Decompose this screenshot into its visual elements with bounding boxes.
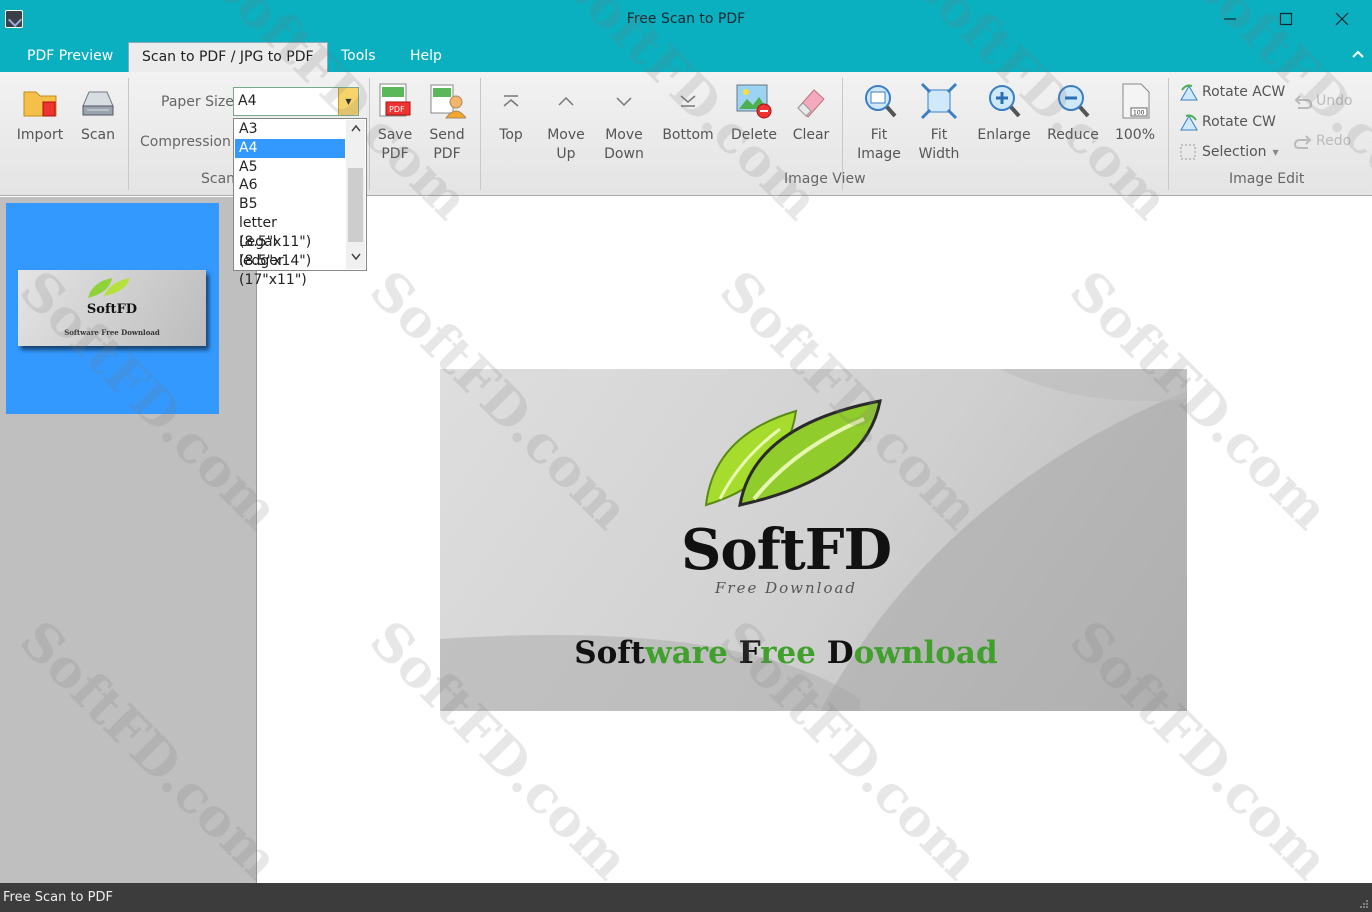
leaf-logo-icon: [88, 278, 130, 298]
undo-icon: [1294, 95, 1313, 109]
paper-size-label: Paper Size: [161, 94, 234, 110]
leaf-logo-icon: [704, 399, 882, 507]
group-label-scan: Scan: [201, 171, 236, 187]
svg-text:100: 100: [1133, 110, 1145, 117]
dropdown-option[interactable]: B5: [235, 195, 345, 214]
fit-image-icon: [860, 82, 898, 120]
import-button[interactable]: Import: [14, 82, 66, 145]
scroll-down-icon[interactable]: [346, 249, 365, 269]
send-pdf-icon: [428, 82, 466, 120]
dropdown-option[interactable]: Legal (8.5"x14"): [235, 233, 345, 269]
image-preview-area: SoftFD Free Download Software Free Downl…: [258, 197, 1372, 883]
thumbnail-logo: SoftFD: [86, 302, 138, 317]
delete-button[interactable]: Delete: [730, 82, 778, 145]
window-title: Free Scan to PDF: [626, 11, 746, 27]
preview-logo: SoftFD: [680, 517, 892, 583]
menu-bar: PDF Preview Scan to PDF / JPG to PDF Too…: [0, 40, 1372, 72]
tab-tools[interactable]: Tools: [339, 48, 378, 64]
arrow-up-icon: [547, 82, 585, 120]
minimize-icon: [1224, 18, 1236, 20]
dropdown-option[interactable]: A3: [235, 120, 345, 139]
tab-pdf-preview[interactable]: PDF Preview: [25, 48, 115, 64]
bottom-button[interactable]: Bottom: [660, 82, 716, 145]
move-bottom-icon: [669, 82, 707, 120]
send-pdf-button[interactable]: Send PDF: [424, 82, 470, 164]
dropdown-option[interactable]: A6: [235, 176, 345, 195]
preview-tagline: Software Free Download: [574, 635, 998, 671]
dropdown-scrollbar[interactable]: [346, 120, 365, 269]
paper-size-select[interactable]: A4 ▼: [233, 87, 359, 116]
resize-grip-icon[interactable]: [1359, 899, 1369, 909]
scan-button[interactable]: Scan: [76, 82, 120, 145]
page-thumbnail[interactable]: SoftFD Software Free Download: [6, 203, 219, 414]
dropdown-option[interactable]: ledger (17"x11"): [235, 252, 345, 288]
paper-size-dropdown-list: A3 A4 A5 A6 B5 letter (8.5"x11") Legal (8.5"x1…: [233, 118, 367, 288]
group-label-image-edit: Image Edit: [1229, 171, 1305, 187]
reduce-button[interactable]: Reduce: [1044, 82, 1102, 145]
top-button[interactable]: Top: [490, 82, 532, 145]
chevron-up-icon: [1352, 50, 1364, 58]
scanner-icon: [79, 82, 117, 120]
ribbon-collapse-button[interactable]: [1352, 48, 1364, 63]
thumbnail-image: SoftFD Software Free Download: [18, 270, 206, 346]
scroll-up-icon[interactable]: [346, 120, 365, 140]
close-icon: [1335, 12, 1349, 26]
move-top-icon: [492, 82, 530, 120]
rotate-acw-button[interactable]: Rotate ACW: [1178, 82, 1285, 102]
enlarge-button[interactable]: Enlarge: [976, 82, 1032, 145]
close-button[interactable]: [1314, 0, 1370, 38]
chevron-down-icon: ▼: [1272, 147, 1279, 157]
move-down-button[interactable]: Move Down: [600, 82, 648, 164]
selection-icon: [1180, 144, 1196, 160]
actual-size-icon: 100: [1116, 82, 1154, 120]
rotate-cw-button[interactable]: Rotate CW: [1178, 112, 1276, 132]
tab-scan-to-pdf[interactable]: Scan to PDF / JPG to PDF: [128, 42, 328, 72]
clear-button[interactable]: Clear: [788, 82, 834, 145]
status-bar: Free Scan to PDF: [0, 883, 1372, 912]
dropdown-option[interactable]: A4: [235, 138, 345, 158]
redo-button[interactable]: Redo: [1292, 132, 1351, 150]
save-pdf-icon: PDF: [376, 82, 414, 120]
rotate-cw-icon: [1180, 114, 1198, 131]
rotate-acw-icon: [1180, 84, 1198, 101]
arrow-down-icon: [605, 82, 643, 120]
compression-label: Compression: [140, 134, 231, 150]
tab-help[interactable]: Help: [408, 48, 444, 64]
chevron-down-icon[interactable]: ▼: [338, 88, 358, 115]
fit-width-icon: [920, 82, 958, 120]
group-label-image-view: Image View: [784, 171, 866, 187]
svg-text:PDF: PDF: [389, 105, 405, 114]
delete-image-icon: [735, 82, 773, 120]
fit-width-button[interactable]: Fit Width: [914, 82, 964, 164]
maximize-icon: [1279, 12, 1293, 26]
minimize-button[interactable]: [1202, 0, 1258, 38]
eraser-icon: [792, 82, 830, 120]
fit-image-button[interactable]: Fit Image: [854, 82, 904, 164]
ribbon: Import Scan Paper Size Compression Scan …: [0, 72, 1372, 196]
selection-dropdown[interactable]: Selection ▼: [1178, 142, 1279, 162]
zoom-out-icon: [1054, 82, 1092, 120]
app-window: Free Scan to PDF PDF Preview Scan to PDF…: [0, 0, 1372, 912]
thumbnail-tagline: Software Free Download: [64, 328, 160, 337]
redo-icon: [1293, 135, 1312, 149]
undo-button[interactable]: Undo: [1292, 92, 1353, 110]
maximize-button[interactable]: [1258, 0, 1314, 38]
dropdown-option[interactable]: letter (8.5"x11"): [235, 214, 345, 250]
move-up-button[interactable]: Move Up: [544, 82, 588, 164]
zoom-100-button[interactable]: 100 100%: [1112, 82, 1158, 145]
page-thumbnail-panel: SoftFD Software Free Download: [0, 197, 257, 883]
dropdown-option[interactable]: A5: [235, 158, 345, 177]
save-pdf-button[interactable]: PDF Save PDF: [372, 82, 418, 164]
status-text: Free Scan to PDF: [3, 890, 113, 905]
zoom-in-icon: [985, 82, 1023, 120]
preview-sublogo: Free Download: [714, 579, 858, 597]
preview-image: SoftFD Free Download Software Free Downl…: [440, 369, 1187, 711]
folder-import-icon: [21, 82, 59, 120]
scrollbar-thumb[interactable]: [348, 168, 363, 242]
title-bar: Free Scan to PDF: [0, 0, 1372, 40]
